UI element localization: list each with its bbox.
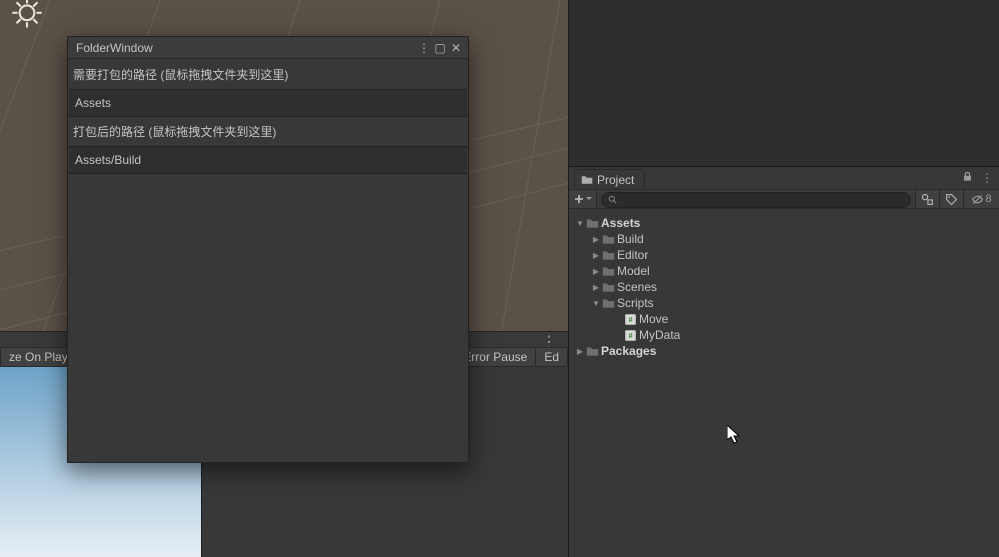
csharp-script-icon: #: [623, 313, 637, 326]
tree-label: Packages: [601, 344, 656, 358]
project-lock-icon[interactable]: [962, 171, 973, 185]
tree-script-mydata[interactable]: # MyData: [569, 327, 999, 343]
folder-window[interactable]: FolderWindow ⋮ ▢ ✕ 需要打包的路径 (鼠标拖拽文件夹到这里) …: [67, 36, 469, 463]
svg-text:#: #: [628, 330, 632, 339]
console-editor-button[interactable]: Ed: [536, 347, 568, 367]
output-path-field[interactable]: Assets/Build: [69, 146, 467, 174]
project-panel: Project ⋮ 8: [568, 166, 999, 557]
csharp-script-icon: #: [623, 329, 637, 342]
tree-label: Editor: [617, 248, 648, 262]
project-menu-icon[interactable]: ⋮: [981, 171, 993, 185]
chevron-right-icon[interactable]: ▶: [575, 347, 585, 356]
console-maximize-button[interactable]: ze On Play: [0, 347, 77, 367]
svg-text:#: #: [628, 314, 632, 323]
search-by-label-button[interactable]: [939, 190, 963, 208]
tree-label: Scenes: [617, 280, 657, 294]
search-by-type-button[interactable]: [915, 190, 939, 208]
inspector-empty: [568, 0, 999, 166]
folder-icon: [601, 233, 615, 246]
hidden-count-value: 8: [985, 193, 991, 205]
project-search[interactable]: [601, 192, 911, 208]
hidden-icon: [971, 193, 984, 206]
tree-label: Model: [617, 264, 650, 278]
tree-folder-scenes[interactable]: ▶ Scenes: [569, 279, 999, 295]
project-toolbar: 8: [569, 189, 999, 209]
tree-folder-assets[interactable]: ▼ Assets: [569, 215, 999, 231]
folder-icon: [601, 297, 615, 310]
chevron-down-icon[interactable]: ▼: [575, 219, 585, 228]
tree-folder-build[interactable]: ▶ Build: [569, 231, 999, 247]
tree-label: Move: [639, 312, 668, 326]
project-search-input[interactable]: [622, 194, 904, 206]
chevron-right-icon[interactable]: ▶: [591, 283, 601, 292]
folder-icon: [585, 217, 599, 230]
tree-label: Assets: [601, 216, 640, 230]
project-create-button[interactable]: [569, 190, 597, 208]
project-tree[interactable]: ▼ Assets ▶ Build ▶ Editor ▶ Model ▶ Scen…: [569, 209, 999, 557]
search-icon: [608, 195, 618, 205]
folder-icon: [601, 281, 615, 294]
chevron-down-icon[interactable]: ▼: [591, 299, 601, 308]
tree-folder-model[interactable]: ▶ Model: [569, 263, 999, 279]
folder-icon: [601, 265, 615, 278]
output-path-label: 打包后的路径 (鼠标拖拽文件夹到这里): [69, 117, 467, 146]
folder-icon: [581, 174, 593, 186]
tree-label: Scripts: [617, 296, 654, 310]
folder-icon: [585, 345, 599, 358]
folder-window-title: FolderWindow: [76, 41, 416, 55]
sun-light-icon: [6, 0, 48, 38]
project-tab[interactable]: Project: [574, 169, 645, 190]
chevron-right-icon[interactable]: ▶: [591, 235, 601, 244]
tree-folder-editor[interactable]: ▶ Editor: [569, 247, 999, 263]
plus-icon: [574, 194, 584, 204]
chevron-right-icon[interactable]: ▶: [591, 267, 601, 276]
chevron-down-icon: [586, 196, 592, 202]
source-path-label: 需要打包的路径 (鼠标拖拽文件夹到这里): [69, 60, 467, 89]
folder-window-titlebar[interactable]: FolderWindow ⋮ ▢ ✕: [68, 37, 468, 59]
window-maximize-icon[interactable]: ▢: [432, 41, 448, 55]
tree-folder-scripts[interactable]: ▼ Scripts: [569, 295, 999, 311]
filter-type-icon: [921, 193, 934, 206]
source-path-field[interactable]: Assets: [69, 89, 467, 117]
window-close-icon[interactable]: ✕: [448, 41, 464, 55]
chevron-right-icon[interactable]: ▶: [591, 251, 601, 260]
window-menu-icon[interactable]: ⋮: [416, 41, 432, 55]
filter-label-icon: [945, 193, 958, 206]
tree-label: MyData: [639, 328, 680, 342]
folder-icon: [601, 249, 615, 262]
tree-label: Build: [617, 232, 644, 246]
project-tab-label: Project: [597, 173, 634, 187]
tree-folder-packages[interactable]: ▶ Packages: [569, 343, 999, 359]
hidden-count[interactable]: 8: [963, 190, 999, 208]
tree-script-move[interactable]: # Move: [569, 311, 999, 327]
